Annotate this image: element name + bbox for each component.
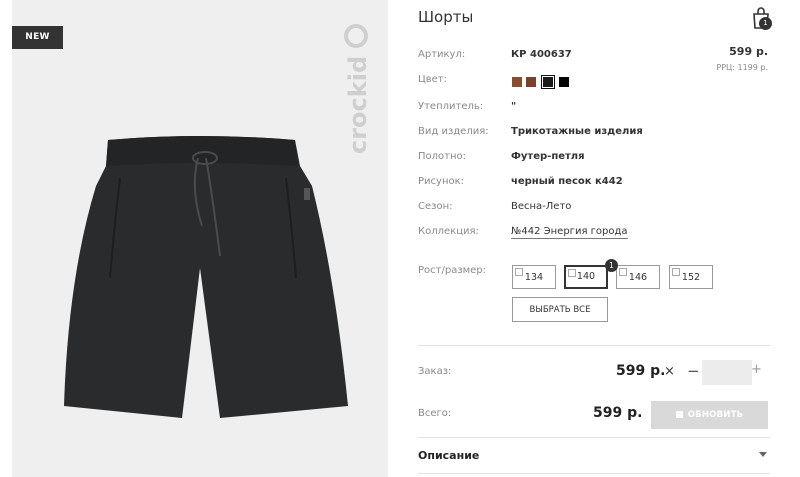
product-title: Шорты: [418, 8, 474, 26]
recommended-price: РРЦ: 1199 р.: [716, 63, 768, 72]
quantity-input[interactable]: [702, 360, 752, 385]
color-swatch[interactable]: [559, 77, 569, 87]
spec-label: Артикул:: [418, 49, 466, 60]
spec-label: Цвет:: [418, 74, 448, 85]
spec-value: черный песок к442: [511, 176, 623, 187]
multiply-icon: ×: [664, 364, 675, 379]
decrease-qty-button[interactable]: −: [687, 362, 700, 380]
spec-label: Вид изделия:: [418, 126, 489, 137]
color-swatch[interactable]: [541, 75, 555, 89]
size-option-label: 146: [628, 272, 648, 283]
shorts-image: [64, 136, 348, 418]
increase-qty-button[interactable]: +: [751, 362, 762, 377]
size-option-label: 152: [681, 272, 701, 283]
order-price: 599 р.: [616, 363, 666, 379]
size-label: Рост/размер:: [418, 265, 487, 276]
order-label: Заказ:: [418, 366, 452, 377]
spec-label: Полотно:: [418, 151, 466, 162]
collection-link[interactable]: №442 Энергия города: [511, 226, 628, 239]
new-badge: NEW: [12, 26, 63, 49]
divider: [418, 437, 770, 438]
size-checkbox-icon: [619, 268, 627, 276]
product-price: 599 р.: [729, 45, 768, 58]
spec-value: Футер-петля: [511, 151, 585, 162]
cart-count-badge: 1: [759, 17, 772, 30]
size-option[interactable]: 146: [616, 265, 660, 289]
total-label: Всего:: [418, 408, 452, 419]
size-option-label: 134: [524, 272, 544, 283]
divider: [418, 473, 770, 474]
size-count-badge: 1: [605, 259, 618, 272]
size-option[interactable]: 140: [564, 265, 608, 289]
total-price: 599 р.: [593, 405, 643, 421]
size-option[interactable]: 152: [669, 265, 713, 289]
spec-value: Трикотажные изделия: [511, 126, 643, 137]
size-checkbox-icon: [672, 268, 680, 276]
color-swatch[interactable]: [526, 77, 536, 87]
description-toggle[interactable]: Описание: [418, 449, 479, 462]
spec-label: Утеплитель:: [418, 101, 484, 112]
product-photo[interactable]: NEW crockid: [12, 0, 388, 477]
size-option-label: 140: [576, 271, 596, 282]
spec-label: Коллекция:: [418, 226, 479, 237]
spec-label: Рисунок:: [418, 176, 465, 187]
spec-label: Сезон:: [418, 201, 453, 212]
size-checkbox-icon: [568, 269, 576, 277]
spec-value: ": [511, 101, 517, 112]
color-swatch[interactable]: [512, 77, 522, 87]
size-checkbox-icon: [515, 268, 523, 276]
divider: [418, 345, 770, 346]
size-option[interactable]: 134: [512, 265, 556, 289]
spec-value: Весна-Лето: [511, 201, 572, 212]
cart-small-icon: [675, 411, 683, 418]
spec-value: КР 400637: [511, 49, 572, 60]
update-button[interactable]: ОБНОВИТЬ: [651, 401, 768, 429]
chevron-down-icon[interactable]: [759, 452, 767, 457]
select-all-sizes-button[interactable]: ВЫБРАТЬ ВСЕ: [512, 297, 608, 322]
update-button-label: ОБНОВИТЬ: [687, 410, 744, 420]
